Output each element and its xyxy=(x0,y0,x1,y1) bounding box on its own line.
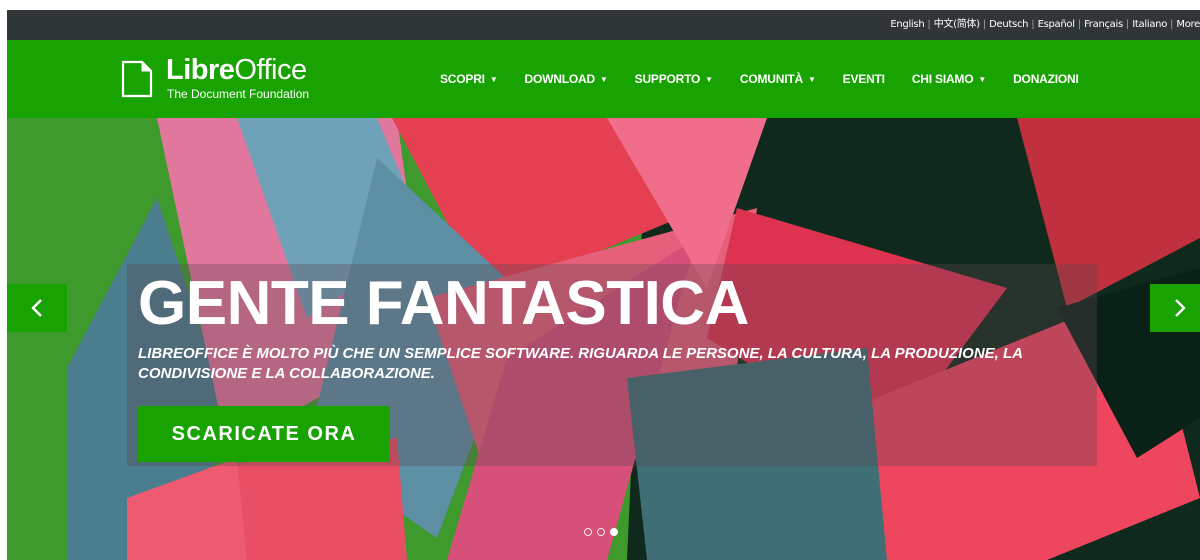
caret-down-icon: ▼ xyxy=(978,75,987,84)
language-separator: | xyxy=(1125,19,1130,30)
libreoffice-logo[interactable]: LibreOffice The Document Foundation xyxy=(121,54,341,102)
site-header: LibreOffice The Document Foundation SCOP… xyxy=(7,40,1200,118)
language-separator: | xyxy=(927,19,931,30)
nav-item-label: COMUNITÀ xyxy=(739,72,803,86)
nav-item[interactable]: EVENTI xyxy=(843,72,885,86)
language-link[interactable]: Español xyxy=(1038,19,1075,30)
language-separator: | xyxy=(982,19,987,30)
caret-down-icon: ▼ xyxy=(599,75,608,84)
nav-item-label: CHI SIAMO xyxy=(911,72,974,86)
nav-item[interactable]: DOWNLOAD ▼ xyxy=(525,72,608,86)
nav-item[interactable]: CHI SIAMO ▼ xyxy=(912,72,986,86)
caret-down-icon: ▼ xyxy=(705,75,713,84)
document-icon xyxy=(121,60,153,98)
hero-carousel: GENTE FANTASTICA LIBREOFFICE È MOLTO PIÙ… xyxy=(7,118,1200,560)
nav-item-label: DONAZIONI xyxy=(1013,72,1079,86)
language-link[interactable]: Français xyxy=(1084,19,1123,30)
download-now-button[interactable]: SCARICATE ORA xyxy=(138,406,390,462)
hero-headline: GENTE FANTASTICA xyxy=(138,269,749,338)
chevron-left-icon xyxy=(31,299,42,317)
carousel-dot[interactable] xyxy=(610,528,618,536)
nav-item[interactable]: COMUNITÀ ▼ xyxy=(740,72,816,86)
language-list: English | 中文(简体) | Deutsch | Español | Français |… xyxy=(890,10,1200,40)
hero-subline: LIBREOFFICE È MOLTO PIÙ CHE UN SEMPLICE … xyxy=(138,345,1023,382)
carousel-next-button[interactable] xyxy=(1150,284,1200,332)
language-separator: | xyxy=(1031,19,1035,30)
caret-down-icon: ▼ xyxy=(807,75,816,84)
nav-item-label: SUPPORTO xyxy=(634,72,701,86)
nav-item-label: EVENTI xyxy=(842,72,885,86)
nav-item[interactable]: DONAZIONI xyxy=(1013,72,1079,86)
language-link[interactable]: More xyxy=(1176,19,1200,30)
carousel-dot[interactable] xyxy=(597,528,605,536)
nav-item[interactable]: SUPPORTO ▼ xyxy=(635,72,713,86)
language-link[interactable]: Italiano xyxy=(1132,19,1167,30)
carousel-indicators xyxy=(584,528,618,536)
language-bar: English | 中文(简体) | Deutsch | Español | Français |… xyxy=(7,10,1200,40)
carousel-dot[interactable] xyxy=(584,528,592,536)
nav-item-label: DOWNLOAD xyxy=(524,72,596,86)
logo-wordmark: LibreOffice xyxy=(166,54,307,87)
language-link[interactable]: Deutsch xyxy=(989,19,1028,30)
language-link[interactable]: English xyxy=(890,19,924,30)
nav-item-label: SCOPRI xyxy=(440,72,485,86)
logo-name-bold: Libre xyxy=(166,54,235,86)
language-link[interactable]: 中文(简体) xyxy=(934,19,980,30)
caret-down-icon: ▼ xyxy=(489,75,498,84)
browser-viewport: English | 中文(简体) | Deutsch | Español | Français |… xyxy=(7,10,1200,560)
nav-item[interactable]: SCOPRI ▼ xyxy=(440,72,498,86)
carousel-prev-button[interactable] xyxy=(7,284,67,332)
logo-name-regular: Office xyxy=(234,54,307,86)
language-separator: | xyxy=(1077,19,1082,30)
language-separator: | xyxy=(1170,19,1174,30)
main-navigation: SCOPRI ▼ DOWNLOAD ▼ SUPPORTO ▼ COMUNITÀ ▼ EVENTI… xyxy=(440,40,1106,118)
logo-subtitle: The Document Foundation xyxy=(167,87,310,101)
chevron-right-icon xyxy=(1175,299,1186,317)
